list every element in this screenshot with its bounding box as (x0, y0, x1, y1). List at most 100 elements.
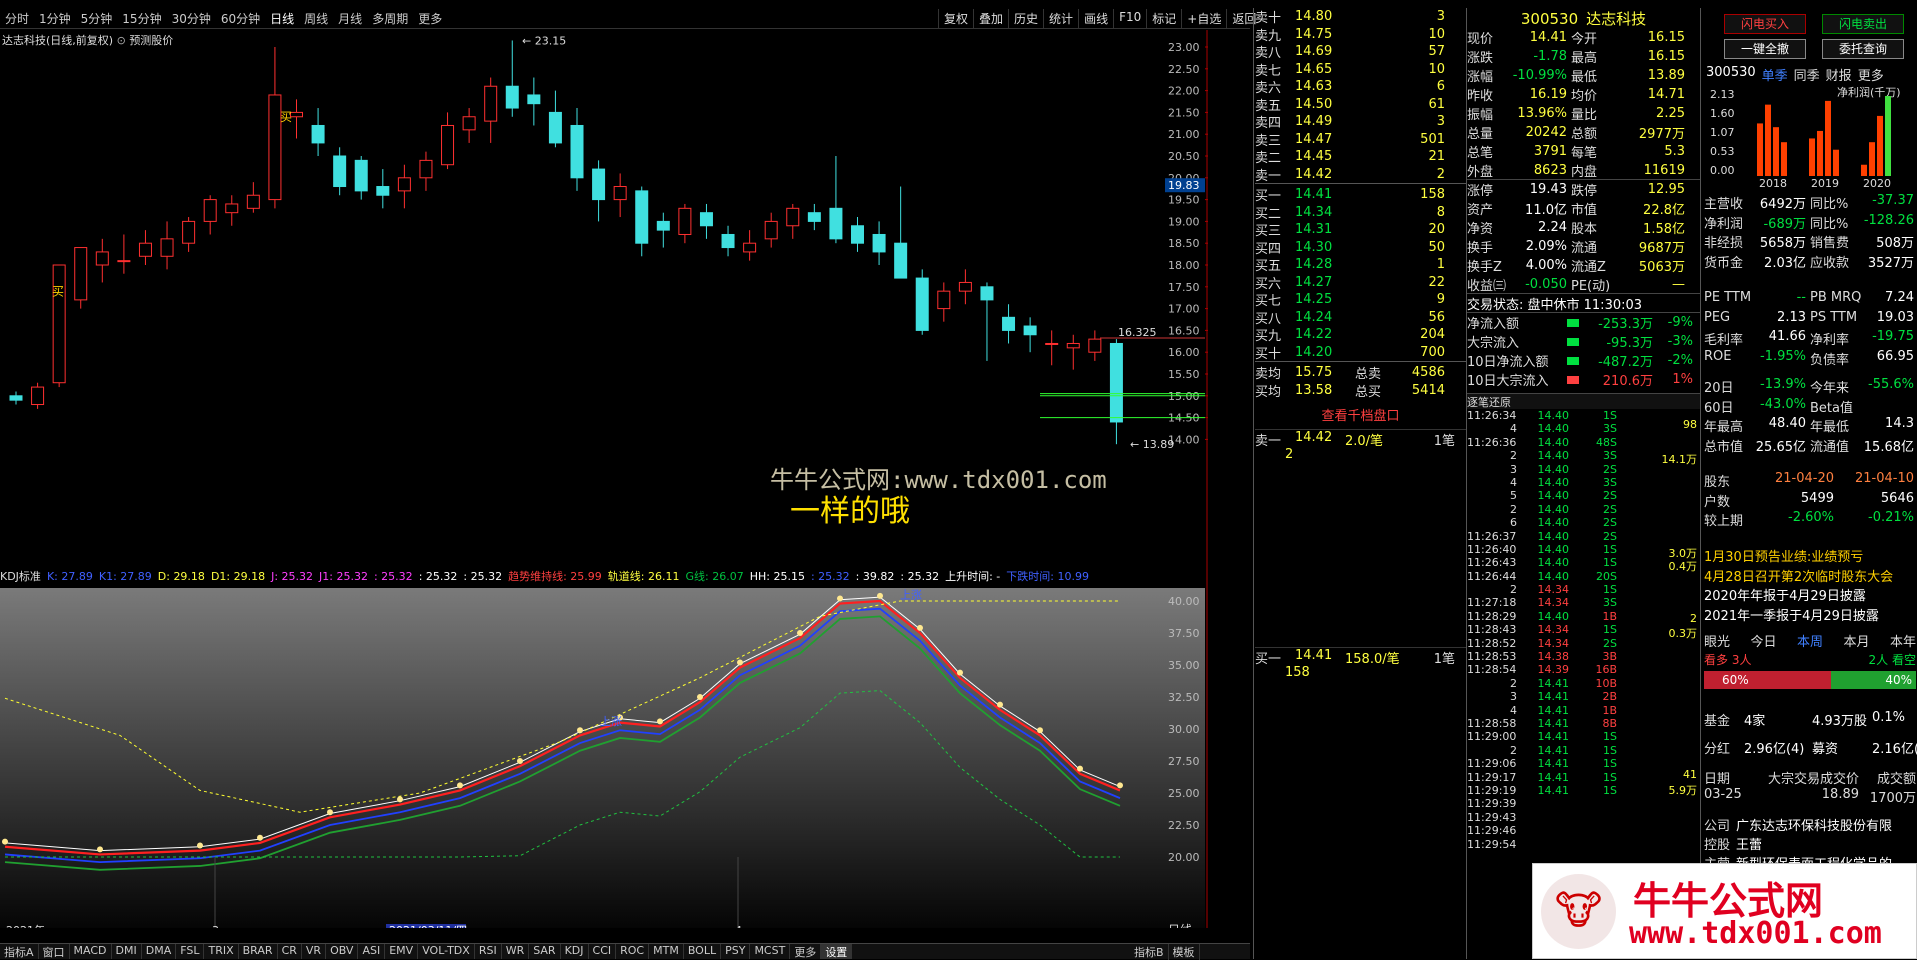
indicator-tab[interactable]: MTM (649, 944, 684, 959)
indicator-tab[interactable]: 更多 (790, 944, 822, 959)
news-item[interactable]: 2021年一季报于4月29日披露 (1704, 605, 1879, 624)
indicator-tab[interactable]: 窗口 (39, 944, 70, 959)
val-row-label2: 负债率 (1810, 352, 1850, 368)
tool-button[interactable]: 叠加 (973, 9, 1008, 29)
ob-avg-value: 13.58 (1295, 382, 1333, 398)
indicator-tab[interactable]: DMA (142, 944, 177, 959)
fin-row-label2: 同比% (1810, 216, 1849, 232)
candle-body (95, 251, 109, 266)
indicator-tab[interactable]: FSL (176, 944, 205, 959)
indicator-tab[interactable]: VR (302, 944, 327, 959)
action-button[interactable]: 闪电卖出 (1822, 14, 1904, 34)
fin-tab[interactable]: 单季 (1762, 65, 1788, 84)
indicator-tab[interactable]: BRAR (239, 944, 278, 959)
indicator-tab[interactable]: EMV (385, 944, 419, 959)
period-tab[interactable]: 日线 (265, 10, 299, 27)
indicator-tab[interactable]: 设置 (821, 944, 853, 959)
bear-count: 2人 看空 (1868, 653, 1916, 667)
action-button[interactable]: 一键全撤 (1724, 39, 1806, 59)
action-button[interactable]: 闪电买入 (1724, 14, 1806, 34)
flow-label: 10日大宗流入 (1467, 374, 1549, 389)
ob-price: 14.22 (1295, 327, 1333, 343)
indicator-tab[interactable]: ASI (358, 944, 386, 959)
action-button[interactable]: 委托查询 (1822, 39, 1904, 59)
bid1-label: 买一 (1255, 652, 1282, 667)
ob-volume: 21 (1428, 149, 1445, 165)
tool-button[interactable]: F10 (1113, 9, 1146, 29)
news-item[interactable]: 4月28日召开第2次临时股东大会 (1704, 566, 1893, 585)
indicator-tab[interactable]: CR (278, 944, 302, 959)
ob-volume: 61 (1428, 96, 1445, 112)
orderbook-row: 卖四 14.49 3 (1255, 113, 1466, 131)
candle-body (354, 159, 368, 192)
ob-total-value: 4586 (1411, 365, 1445, 381)
eye-tab[interactable]: 本年 (1890, 631, 1916, 650)
tool-button[interactable]: +自选 (1181, 9, 1226, 29)
holder-value: -2.60% (1788, 510, 1834, 525)
period-tab[interactable]: 60分钟 (216, 10, 265, 27)
fin-bar (1877, 115, 1883, 176)
predict-toggle-icon[interactable]: ⊙ (117, 34, 126, 47)
tool-button[interactable]: 画线 (1078, 9, 1113, 29)
holder-value: 21-04-20 (1774, 471, 1834, 486)
period-tab[interactable]: 月线 (333, 10, 367, 27)
indicator-tab[interactable]: 指标A (0, 944, 39, 959)
indicator-tab[interactable]: WR (502, 944, 530, 959)
kdj-value: D1: 29.18 (210, 570, 266, 583)
indicator-tab[interactable]: DMI (112, 944, 142, 959)
ob-volume: 10 (1428, 61, 1445, 77)
indicator-tab[interactable]: BOLL (684, 944, 722, 959)
eye-tab[interactable]: 今日 (1750, 631, 1776, 650)
period-tab[interactable]: 30分钟 (167, 10, 216, 27)
candle-body (1109, 342, 1123, 423)
kdj-dot (657, 718, 663, 725)
perf-row: 总市值 25.65亿 流通值 15.68亿 (1704, 436, 1916, 455)
indicator-tab[interactable]: MCST (750, 944, 791, 959)
eye-tab[interactable]: 本周 (1797, 631, 1823, 650)
indicator-tab[interactable]: KDJ (561, 944, 589, 959)
kdj-value: : 25.32 (463, 570, 503, 583)
holder-row: 股东 21-04-20 21-04-10 (1704, 471, 1916, 490)
quote-row: 总笔 3791 每笔 5.3 (1467, 142, 1700, 161)
indicator-tab[interactable]: VOL-TDX (418, 944, 475, 959)
period-tab[interactable]: 1分钟 (34, 10, 76, 27)
fin-tab[interactable]: 更多 (1858, 65, 1884, 84)
tool-button[interactable]: 历史 (1008, 9, 1043, 29)
fin-bar (1809, 138, 1815, 176)
period-tab[interactable]: 分时 (0, 10, 34, 27)
indicator-tab[interactable]: RSI (475, 944, 502, 959)
tick-row: 11:29:43 (1467, 811, 1700, 824)
indicator-b-tab[interactable]: 指标B (1130, 944, 1169, 960)
news-item[interactable]: 1月30日预告业绩:业绩预亏 (1704, 546, 1863, 565)
eye-tab[interactable]: 本月 (1843, 631, 1869, 650)
quote-value: -0.050 (1525, 276, 1567, 292)
indicator-tab[interactable]: ROC (616, 944, 650, 959)
news-item[interactable]: 2020年年报于4月29日披露 (1704, 585, 1866, 604)
quote-label2: 均价 (1571, 89, 1598, 104)
bull-pct: 60% (1704, 671, 1832, 689)
indicator-tab[interactable]: SAR (529, 944, 561, 959)
kdj-indicator-chart[interactable]: 40.00 37.50 35.00 32.50 30.00 27.50 25.00 22.50… (0, 568, 1208, 928)
predict-toggle-label[interactable]: 预测股价 (129, 34, 173, 47)
fin-tab[interactable]: 财报 (1826, 65, 1852, 84)
indicator-tab[interactable]: MACD (70, 944, 112, 959)
tick-time: 4 (1510, 475, 1517, 489)
tool-button[interactable]: 统计 (1043, 9, 1078, 29)
period-tab[interactable]: 15分钟 (117, 10, 166, 27)
indicator-b-tab[interactable]: 模板 (1169, 944, 1200, 960)
period-tab[interactable]: 多周期 (367, 10, 413, 27)
period-tab[interactable]: 更多 (413, 10, 447, 27)
candle-body (548, 111, 562, 144)
fin-tab[interactable]: 同季 (1794, 65, 1820, 84)
period-tab[interactable]: 周线 (299, 10, 333, 27)
indicator-tab[interactable]: TRIX (204, 944, 239, 959)
tool-button[interactable]: 复权 (938, 9, 973, 29)
indicator-tab[interactable]: PSY (721, 944, 751, 959)
indicator-tab[interactable]: OBV (326, 944, 359, 959)
indicator-tab[interactable]: CCI (589, 944, 617, 959)
ob-link[interactable]: 查看千档盘口 (1255, 405, 1466, 424)
ob-volume: 20 (1428, 222, 1445, 238)
tool-button[interactable]: 标记 (1146, 9, 1181, 29)
period-tab[interactable]: 5分钟 (76, 10, 118, 27)
ob-avg-value: 15.75 (1295, 365, 1333, 381)
